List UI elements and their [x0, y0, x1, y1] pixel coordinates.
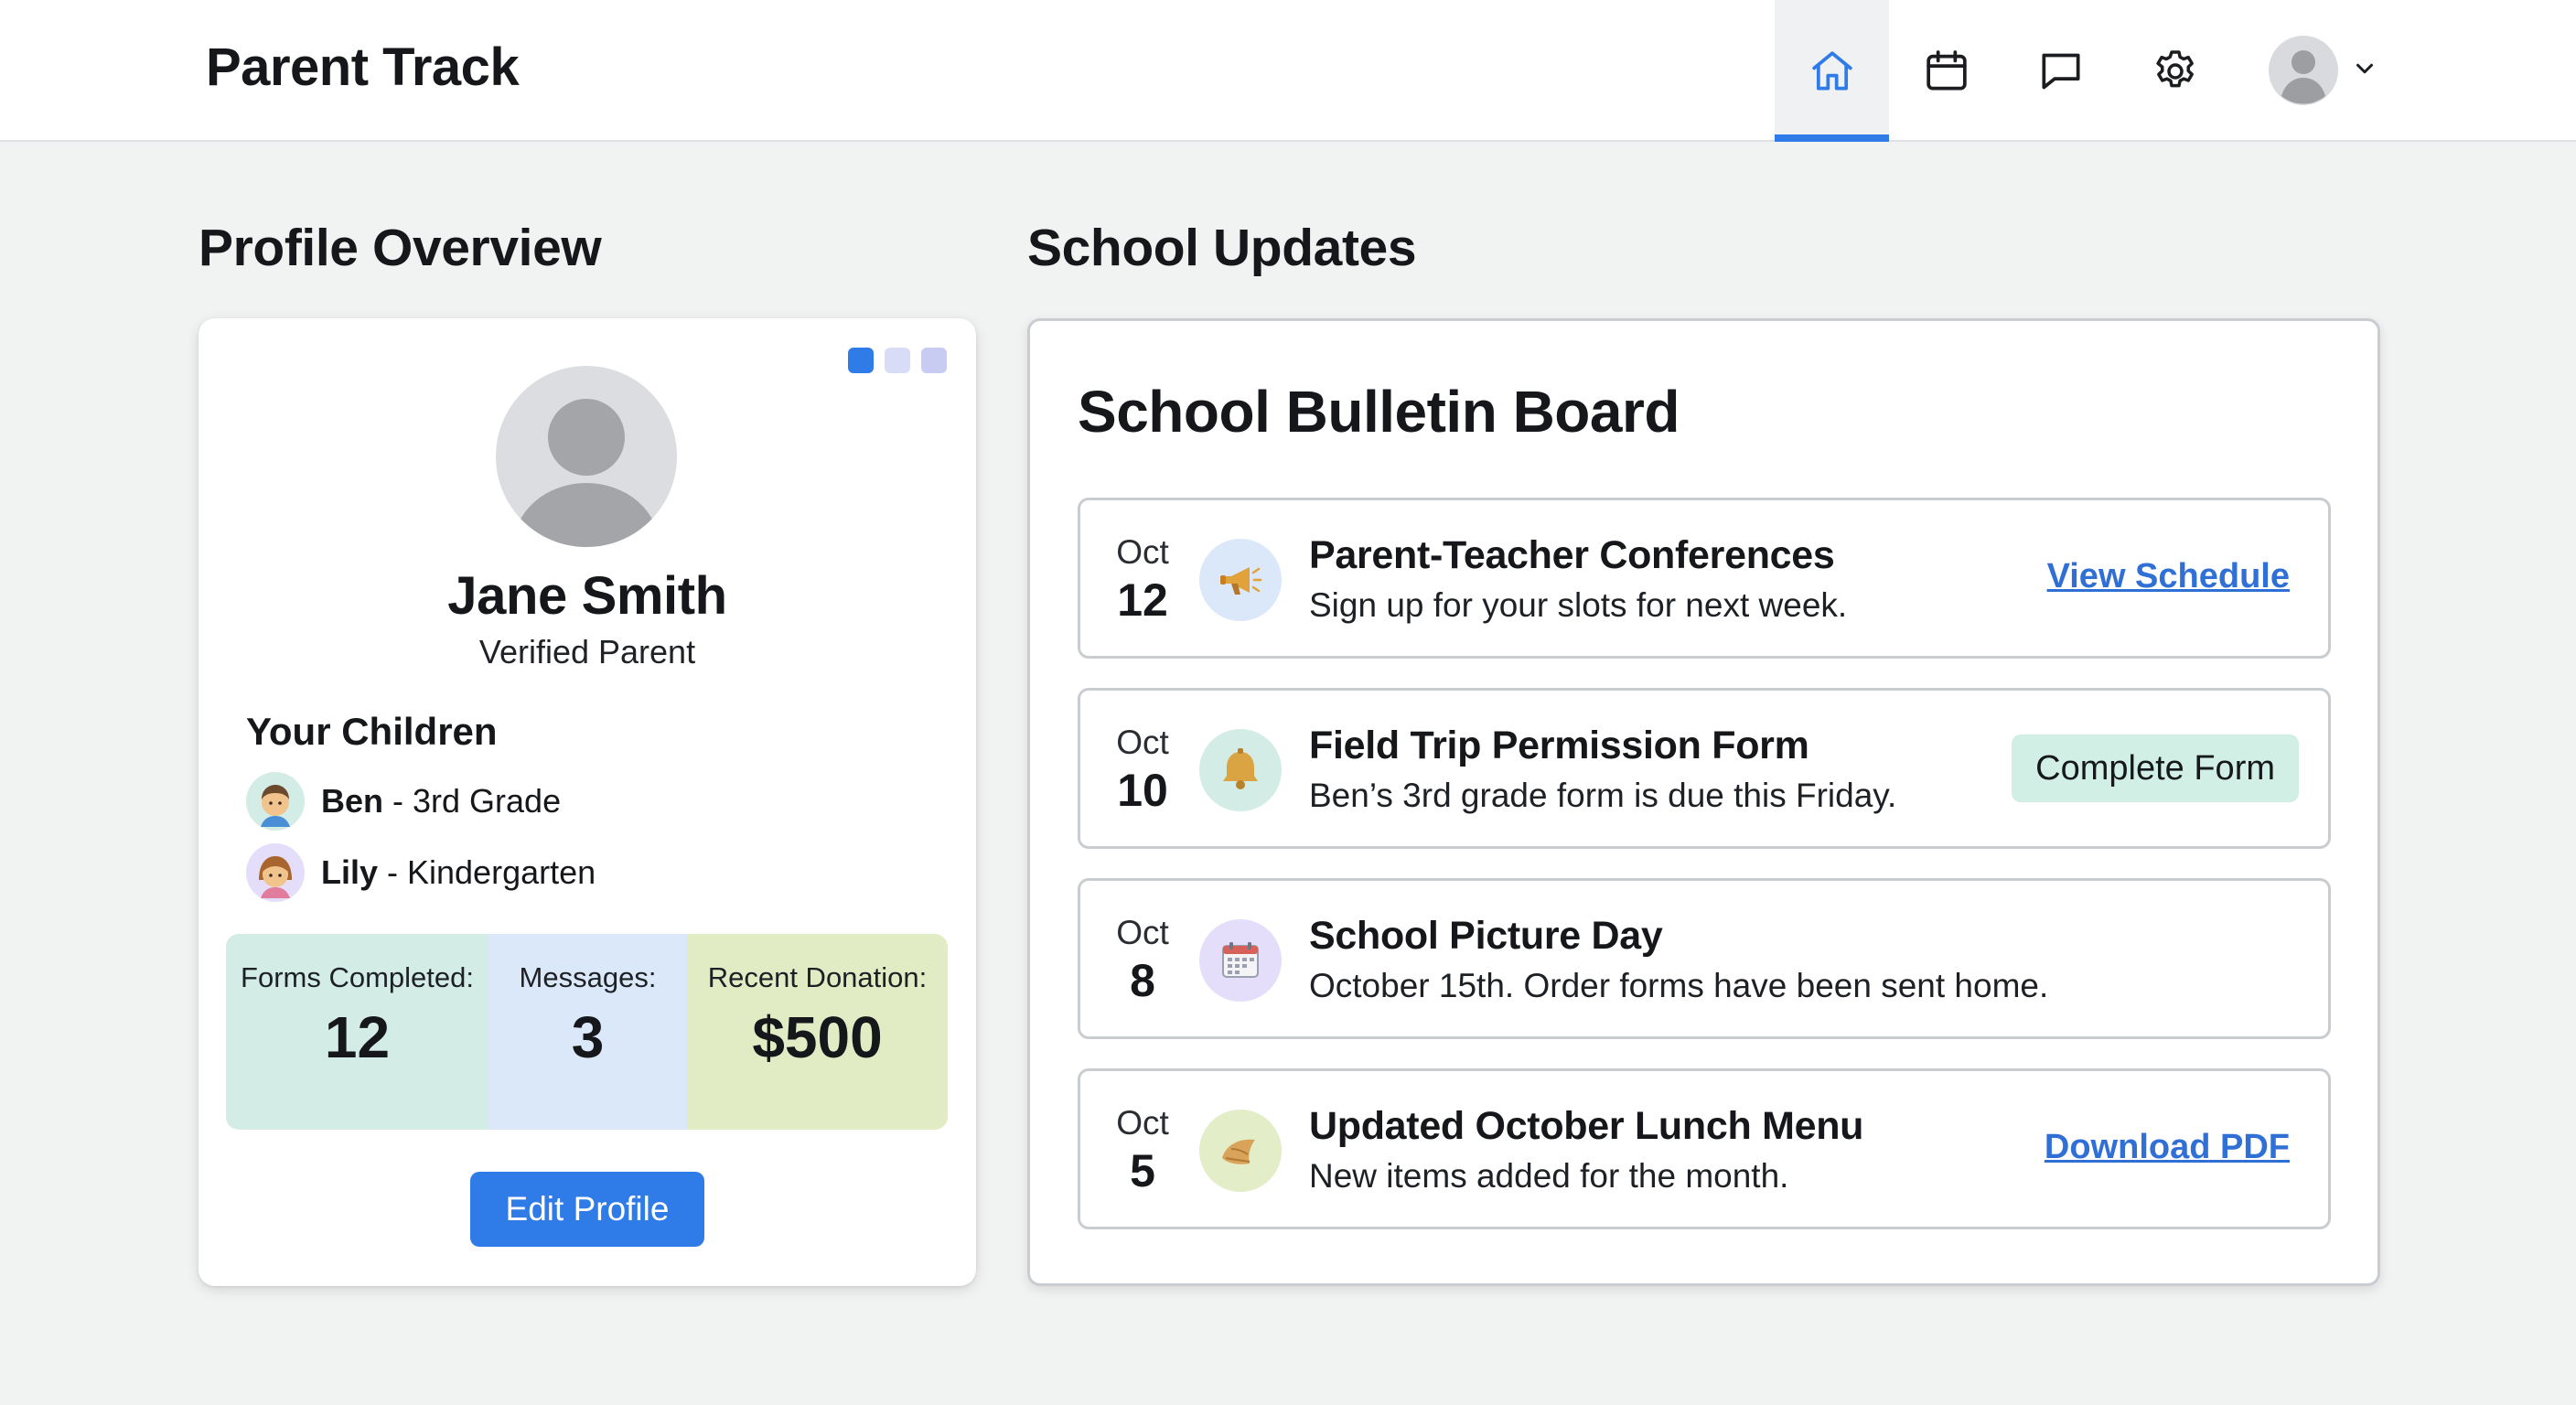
child-grade: - 3rd Grade — [383, 782, 562, 820]
calendar-icon — [1926, 49, 1967, 91]
app-title: Parent Track — [206, 38, 520, 97]
item-title: Field Trip Permission Form — [1309, 724, 1809, 767]
nav-home-button[interactable] — [1775, 0, 1889, 142]
date-month: Oct — [1116, 1104, 1169, 1142]
date-day: 10 — [1117, 765, 1168, 816]
bulletin-item: Oct 5 Updated October Lunch Menu New ite… — [1078, 1068, 2331, 1229]
date-month: Oct — [1116, 533, 1169, 571]
profile-name: Jane Smith — [447, 566, 727, 626]
nav-settings-button[interactable] — [2118, 0, 2232, 142]
item-description: October 15th. Order forms have been sent… — [1309, 967, 2049, 1004]
bulletin-item: Oct 8 School Picture Day October 15th. O… — [1078, 878, 2331, 1039]
updates-section-title: School Updates — [1027, 219, 1417, 277]
megaphone-icon — [1199, 539, 1282, 621]
view-schedule-link[interactable]: View Schedule — [2047, 557, 2290, 596]
top-bar: Parent Track — [0, 0, 2576, 142]
profile-section-title: Profile Overview — [199, 219, 602, 277]
child-item-lily[interactable]: Lily - Kindergarten — [246, 842, 596, 903]
item-date: Oct 8 — [1108, 914, 1177, 1007]
child-name: Lily — [321, 853, 379, 891]
download-pdf-link[interactable]: Download PDF — [2045, 1128, 2290, 1167]
bulletin-board: School Bulletin Board Oct 12 Parent-Teac… — [1027, 318, 2380, 1286]
nav-messages-button[interactable] — [2003, 0, 2118, 142]
stat-value: 12 — [324, 1004, 391, 1070]
item-title: Parent-Teacher Conferences — [1309, 533, 1835, 577]
date-month: Oct — [1116, 724, 1169, 761]
item-description: Ben’s 3rd grade form is due this Friday. — [1309, 777, 1897, 814]
stat-value: 3 — [571, 1004, 605, 1070]
child-grade: - Kindergarten — [378, 853, 596, 891]
stat-label: Forms Completed: — [241, 961, 474, 993]
bulletin-item: Oct 10 Field Trip Permission Form Ben’s … — [1078, 688, 2331, 849]
home-icon — [1811, 50, 1852, 91]
pager-dot[interactable] — [885, 348, 910, 373]
date-day: 8 — [1130, 955, 1155, 1006]
chat-icon — [2041, 53, 2080, 89]
item-title: School Picture Day — [1309, 914, 1663, 958]
item-date: Oct 12 — [1108, 533, 1177, 627]
date-month: Oct — [1116, 914, 1169, 951]
nav-calendar-button[interactable] — [1889, 0, 2003, 142]
date-day: 12 — [1117, 574, 1168, 626]
child-name: Ben — [321, 782, 384, 820]
profile-avatar — [496, 366, 677, 547]
item-description: Sign up for your slots for next week. — [1309, 586, 1848, 624]
user-menu[interactable] — [2269, 35, 2378, 106]
complete-form-button[interactable]: Complete Form — [2012, 735, 2299, 802]
item-date: Oct 5 — [1108, 1104, 1177, 1197]
bell-icon — [1199, 729, 1282, 811]
stats-panel: Forms Completed: 12 Messages: 3 Recent D… — [226, 934, 948, 1130]
calendar-icon — [1199, 919, 1282, 1002]
edit-profile-button[interactable]: Edit Profile — [470, 1172, 704, 1247]
children-heading: Your Children — [246, 710, 498, 753]
stat-value: $500 — [752, 1004, 883, 1070]
boy-avatar-icon — [246, 772, 305, 831]
stat-label: Recent Donation: — [707, 961, 928, 993]
item-description: New items added for the month. — [1309, 1157, 1789, 1195]
stat-forms-completed: Forms Completed: 12 — [226, 934, 488, 1130]
stat-recent-donation: Recent Donation: $500 — [687, 934, 948, 1130]
profile-role: Verified Parent — [478, 633, 696, 670]
profile-card: Jane Smith Verified Parent Your Children… — [199, 318, 976, 1286]
girl-avatar-icon — [246, 843, 305, 902]
item-date: Oct 10 — [1108, 724, 1177, 817]
pager-dot[interactable] — [921, 348, 947, 373]
food-icon — [1199, 1110, 1282, 1192]
child-item-ben[interactable]: Ben - 3rd Grade — [246, 771, 561, 831]
pager-dot[interactable] — [848, 348, 874, 373]
date-day: 5 — [1130, 1145, 1155, 1196]
item-title: Updated October Lunch Menu — [1309, 1104, 1864, 1148]
bulletin-item: Oct 12 Parent-Teacher Conferences Sign u… — [1078, 498, 2331, 659]
gear-icon — [2155, 49, 2194, 87]
stat-messages: Messages: 3 — [488, 934, 687, 1130]
board-title: School Bulletin Board — [1078, 379, 1680, 445]
chevron-down-icon — [2351, 55, 2378, 87]
pager-dots[interactable] — [848, 348, 947, 373]
user-avatar-icon — [2269, 36, 2338, 105]
stat-label: Messages: — [519, 961, 657, 993]
